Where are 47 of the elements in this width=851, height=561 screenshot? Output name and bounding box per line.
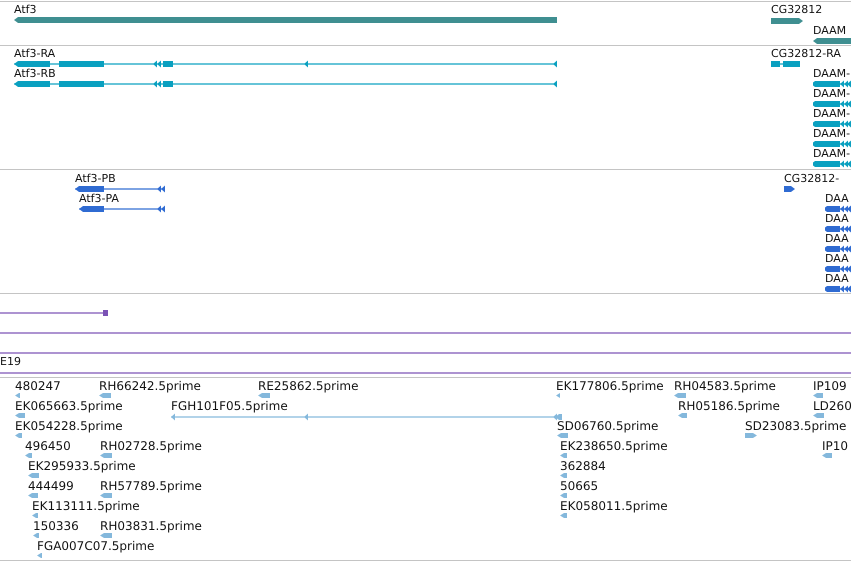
- feature-label: RE25862.5prime: [258, 379, 358, 393]
- feature-label: IP109: [813, 379, 847, 393]
- feature-label: Atf3-RA: [14, 47, 56, 61]
- feature-label: RH04583.5prime: [674, 379, 776, 393]
- feature-label: Atf3-PB: [75, 172, 116, 186]
- feature-label: CG32812-: [784, 172, 840, 186]
- feature-label: FGA007C07.5prime: [37, 539, 154, 553]
- feature-label: DAAM-: [813, 127, 850, 141]
- feature-label: 444499: [28, 479, 74, 493]
- feature-label: DAA: [825, 192, 849, 206]
- feature-label: RH03831.5prime: [100, 519, 202, 533]
- feature-label: DAA: [825, 232, 849, 246]
- feature-label: EK065663.5prime: [15, 399, 123, 413]
- feature-label: DAAM-: [813, 107, 850, 121]
- feature-label: EK058011.5prime: [560, 499, 668, 513]
- feature-label: DAA: [825, 272, 849, 286]
- feature-label: DAAM: [813, 24, 846, 38]
- feature-label: 50665: [560, 479, 598, 493]
- feature-label: RH66242.5prime: [99, 379, 201, 393]
- feature-label: Atf3-PA: [79, 192, 119, 206]
- feature-label: EK177806.5prime: [556, 379, 664, 393]
- feature-label: RH57789.5prime: [100, 479, 202, 493]
- feature-label: DAAM-: [813, 67, 850, 81]
- feature-label: DAA: [825, 212, 849, 226]
- feature-label: SD23083.5prime: [745, 419, 846, 433]
- feature-label: EK295933.5prime: [28, 459, 136, 473]
- feature-label: SD06760.5prime: [557, 419, 658, 433]
- feature-label: 496450: [25, 439, 71, 453]
- feature-label: DAA: [825, 252, 849, 266]
- feature-label: DAAM-: [813, 87, 850, 101]
- feature-label: Atf3: [14, 3, 37, 17]
- feature-label: EK113111.5prime: [32, 499, 140, 513]
- feature-label: Atf3-RB: [14, 67, 56, 81]
- feature-label: 150336: [33, 519, 79, 533]
- feature-label: LD260: [813, 399, 851, 413]
- feature-label: IP10: [822, 439, 848, 453]
- feature-label: FGH101F05.5prime: [171, 399, 288, 413]
- feature-label: EK054228.5prime: [15, 419, 123, 433]
- feature-label: RH02728.5prime: [100, 439, 202, 453]
- feature-label: EK238650.5prime: [560, 439, 668, 453]
- feature-label: DAAM-: [813, 147, 850, 161]
- feature-label: 480247: [15, 379, 61, 393]
- feature-label: E19: [0, 355, 21, 369]
- feature-label: CG32812: [771, 3, 822, 17]
- feature-label: RH05186.5prime: [678, 399, 780, 413]
- feature-label: 362884: [560, 459, 606, 473]
- feature-label: CG32812-RA: [771, 47, 841, 61]
